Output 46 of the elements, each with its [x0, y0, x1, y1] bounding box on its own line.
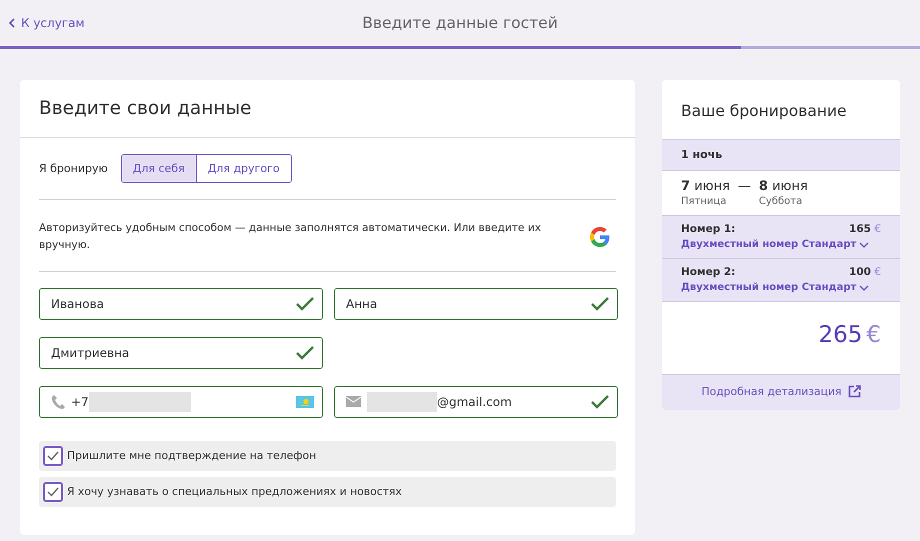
checkbox-label: Пришлите мне подтверждение на телефон: [67, 449, 316, 462]
check-out-date: 8 июня: [758, 179, 808, 194]
input-field[interactable]: Иванова: [39, 288, 323, 320]
check-icon: [591, 394, 609, 409]
booking-for-option[interactable]: Для себя: [122, 155, 196, 182]
booking-for-label: Я бронирую: [39, 162, 108, 175]
checkbox-row[interactable]: Я хочу узнавать о специальных предложениях и новостях: [39, 476, 616, 507]
page-title: Введите данные гостей: [362, 14, 558, 32]
check-icon: [296, 346, 314, 360]
input-field[interactable]: Дмитриевна: [39, 336, 323, 369]
google-icon[interactable]: [590, 227, 610, 248]
checkbox[interactable]: [43, 482, 63, 502]
date-separator: —: [738, 179, 751, 196]
details-link[interactable]: Подробная детализация: [662, 374, 900, 410]
back-link[interactable]: К услугам: [8, 16, 362, 30]
room-type-link[interactable]: Двухместный номер Стандарт: [681, 282, 881, 293]
room-price: 100 €: [849, 266, 881, 278]
phone-icon: [51, 394, 65, 410]
check-icon: [47, 450, 59, 461]
checkbox-row[interactable]: Пришлите мне подтверждение на телефон: [39, 440, 616, 471]
check-icon: [47, 486, 59, 497]
checkbox[interactable]: [43, 446, 63, 466]
room-type-link[interactable]: Двухместный номер Стандарт: [681, 239, 881, 250]
room-price: 165 €: [849, 223, 881, 235]
nights-count: 1 ночь: [681, 148, 724, 161]
auth-hint: Авторизуйтесь удобным способом — данные заполнятся автоматически. Или введите их вручную.: [39, 221, 542, 254]
total-price: 265 €: [817, 321, 882, 350]
check-icon: [296, 296, 314, 311]
phone-field[interactable]: +7: [39, 386, 323, 418]
weekday: Пятница: [681, 196, 728, 207]
chevron-left-icon: [8, 18, 15, 28]
checkbox-label: Я хочу узнавать о специальных предложениях и новостях: [67, 485, 402, 498]
room-label: Номер 1:: [681, 223, 736, 235]
booking-for-option[interactable]: Для другого: [196, 155, 291, 182]
external-link-icon: [848, 385, 861, 398]
form-title: Введите свои данные: [20, 80, 635, 138]
envelope-icon: [346, 396, 361, 408]
flag-icon: [296, 396, 314, 408]
check-in-date: 7 июня: [681, 179, 730, 194]
room-label: Номер 2:: [681, 266, 736, 278]
input-field[interactable]: Анна: [334, 288, 618, 320]
chevron-down-icon: [859, 284, 870, 290]
weekday: Суббота: [758, 196, 804, 207]
chevron-down-icon: [859, 242, 870, 248]
email-field[interactable]: @gmail.com: [334, 386, 618, 418]
check-icon: [591, 296, 609, 311]
